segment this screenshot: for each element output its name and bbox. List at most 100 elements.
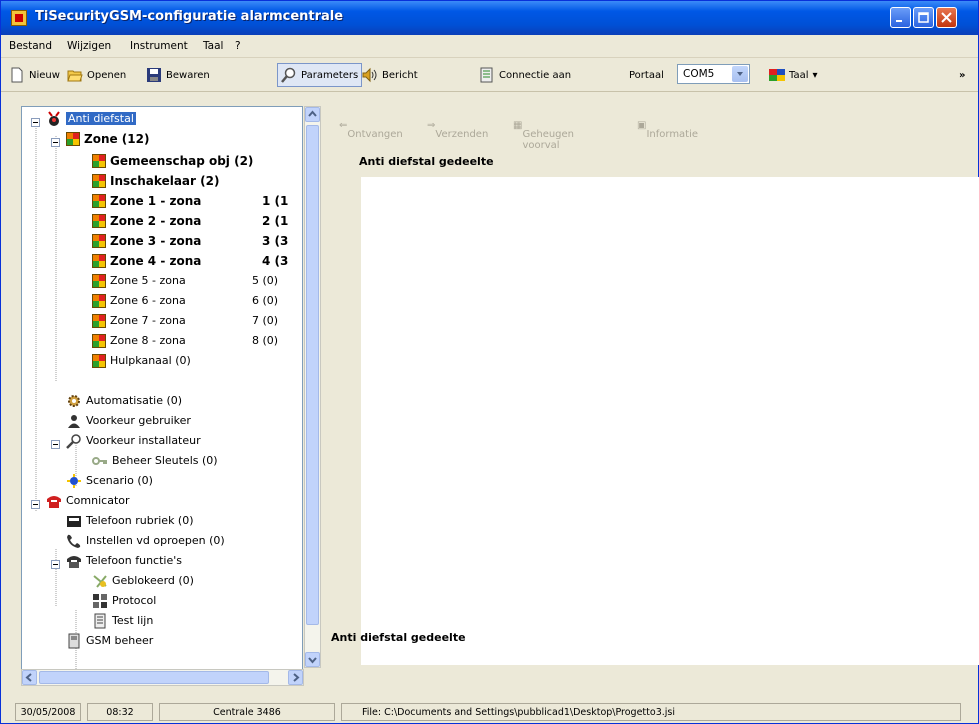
content-header: Anti diefstal gedeelte: [359, 155, 494, 168]
toolbar-overflow-button[interactable]: »: [959, 64, 965, 86]
connect-button[interactable]: Connectie aan: [479, 64, 571, 86]
tree-call-settings-item[interactable]: Instellen vd oproepen (0): [66, 531, 225, 550]
status-centrale: Centrale 3486: [159, 703, 335, 721]
content-sidebar: [331, 143, 361, 631]
language-button[interactable]: Taal ▾: [769, 64, 818, 86]
zone-label: Zone 3 - zona: [110, 233, 202, 248]
tree-installer-pref-item[interactable]: Voorkeur installateur: [66, 431, 201, 450]
tree-zone-subitem[interactable]: Inschakelaar (2): [92, 171, 219, 190]
collapse-toggle[interactable]: [51, 560, 60, 569]
testline-label: Test lijn: [112, 614, 154, 627]
minimize-button[interactable]: [890, 7, 911, 28]
scroll-up-button[interactable]: [305, 107, 320, 122]
zone-label: Gemeenschap obj (2): [110, 153, 254, 168]
save-disk-icon: [146, 67, 162, 83]
tree-zone-subitem[interactable]: Zone 8 - zona 8 (0): [92, 331, 278, 350]
zone-label: Zone 4 - zona: [110, 253, 202, 268]
port-label: Portaal: [629, 69, 664, 81]
menu-taal[interactable]: Taal: [203, 40, 223, 52]
parameters-label: Parameters: [301, 69, 359, 81]
menu-wijzigen[interactable]: Wijzigen: [67, 40, 111, 52]
menu-help[interactable]: ?: [235, 40, 241, 52]
tree-zone-subitem[interactable]: Hulpkanaal (0): [92, 351, 191, 370]
zone-icon: [92, 173, 106, 188]
tree-phone-functions-item[interactable]: Telefoon functie's: [66, 551, 182, 570]
title-bar[interactable]: TiSecurityGSM-configuratie alarmcentrale: [1, 1, 978, 35]
tree-automation-item[interactable]: Automatisatie (0): [66, 391, 182, 410]
toolbar: Nieuw Openen Bewaren Parameters Bericht …: [1, 57, 978, 92]
tree-user-pref-item[interactable]: Voorkeur gebruiker: [66, 411, 191, 430]
call-settings-label: Instellen vd oproepen (0): [86, 534, 225, 547]
tree-zone-subitem[interactable]: Gemeenschap obj (2): [92, 151, 253, 170]
menu-bestand[interactable]: Bestand: [9, 40, 52, 52]
menu-instrument[interactable]: Instrument: [130, 40, 188, 52]
memory-button[interactable]: ▦ Geheugen voorval: [513, 120, 574, 151]
tree-testline-item[interactable]: Test lijn: [92, 611, 153, 630]
chevron-down-icon[interactable]: [732, 66, 748, 82]
zone-label: Zone 7 - zona: [110, 314, 186, 327]
tree-zone-subitem[interactable]: Zone 4 - zona 4 (3: [92, 251, 288, 270]
content-area[interactable]: [361, 177, 979, 665]
tree-root-item[interactable]: Anti diefstal: [46, 109, 136, 128]
tree-gsm-item[interactable]: GSM beheer: [66, 631, 153, 650]
tree-horizontal-scrollbar[interactable]: [21, 669, 304, 686]
scroll-down-button[interactable]: [305, 652, 320, 667]
tree-zone-subitem[interactable]: Zone 5 - zona 5 (0): [92, 271, 278, 290]
tree-keys-item[interactable]: Beheer Sleutels (0): [92, 451, 218, 470]
phonebook-icon: [66, 513, 82, 529]
scenario-icon: [66, 473, 82, 489]
zone-icon: [92, 213, 106, 228]
tree-zone-subitem[interactable]: Zone 7 - zona 7 (0): [92, 311, 278, 330]
save-button[interactable]: Bewaren: [146, 64, 210, 86]
zone-icon: [92, 153, 106, 168]
blocked-label: Geblokeerd (0): [112, 574, 194, 587]
send-button[interactable]: ⇒ Verzenden: [427, 120, 488, 140]
tree-communicator-item[interactable]: Comnicator: [46, 491, 130, 510]
scroll-right-button[interactable]: [288, 670, 303, 685]
tree-vertical-scrollbar[interactable]: [304, 106, 321, 668]
scroll-left-button[interactable]: [22, 670, 37, 685]
status-time: 08:32: [87, 703, 153, 721]
zone-count: 5 (0): [252, 274, 279, 287]
parameters-button[interactable]: Parameters: [277, 63, 363, 87]
info-button[interactable]: ▣ Informatie: [637, 120, 698, 140]
installer-pref-label: Voorkeur installateur: [86, 434, 201, 447]
automation-label: Automatisatie (0): [86, 394, 183, 407]
folder-open-icon: [67, 67, 83, 83]
scroll-thumb[interactable]: [306, 125, 319, 625]
zone-count: 1 (1: [262, 193, 289, 208]
tree-blocked-item[interactable]: Geblokeerd (0): [92, 571, 194, 590]
app-icon[interactable]: [11, 10, 27, 26]
message-button[interactable]: Bericht: [362, 64, 418, 86]
protocol-icon: [92, 593, 108, 609]
tree-phonebook-item[interactable]: Telefoon rubriek (0): [66, 511, 194, 530]
memory-label: Geheugen voorval: [522, 129, 575, 151]
zone-icon: [92, 193, 106, 208]
navigation-tree[interactable]: Anti diefstal Zone (12) Gemeenschap obj …: [21, 106, 303, 686]
collapse-toggle[interactable]: [51, 138, 60, 147]
collapse-toggle[interactable]: [31, 500, 40, 509]
menu-bar: Bestand Wijzigen Instrument Taal ?: [1, 35, 978, 58]
content-toolbar: ⇐ Ontvangen ⇒ Verzenden ▦ Geheugen voorv…: [331, 111, 979, 151]
tree-zone-subitem[interactable]: Zone 6 - zona 6 (0): [92, 291, 278, 310]
close-button[interactable]: [936, 7, 957, 28]
maximize-button[interactable]: [913, 7, 934, 28]
tree-zone-subitem[interactable]: Zone 1 - zona 1 (1: [92, 191, 288, 210]
open-button[interactable]: Openen: [67, 64, 126, 86]
new-button[interactable]: Nieuw: [9, 64, 60, 86]
zone-icon: [66, 131, 80, 146]
collapse-toggle[interactable]: [31, 118, 40, 127]
collapse-toggle[interactable]: [51, 440, 60, 449]
language-dropdown-icon[interactable]: ▾: [813, 70, 818, 81]
tree-protocol-item[interactable]: Protocol: [92, 591, 156, 610]
port-select[interactable]: COM5: [677, 64, 750, 84]
testline-icon: [92, 613, 108, 629]
tree-zone-subitem[interactable]: Zone 2 - zona 2 (1: [92, 211, 288, 230]
tree-scenario-item[interactable]: Scenario (0): [66, 471, 153, 490]
tree-zone-item[interactable]: Zone (12): [66, 129, 149, 148]
tree-zone-subitem[interactable]: Zone 3 - zona 3 (3: [92, 231, 288, 250]
communicator-label: Comnicator: [66, 494, 130, 507]
status-date: 30/05/2008: [15, 703, 81, 721]
hscroll-thumb[interactable]: [39, 671, 269, 684]
receive-button[interactable]: ⇐ Ontvangen: [339, 120, 403, 140]
